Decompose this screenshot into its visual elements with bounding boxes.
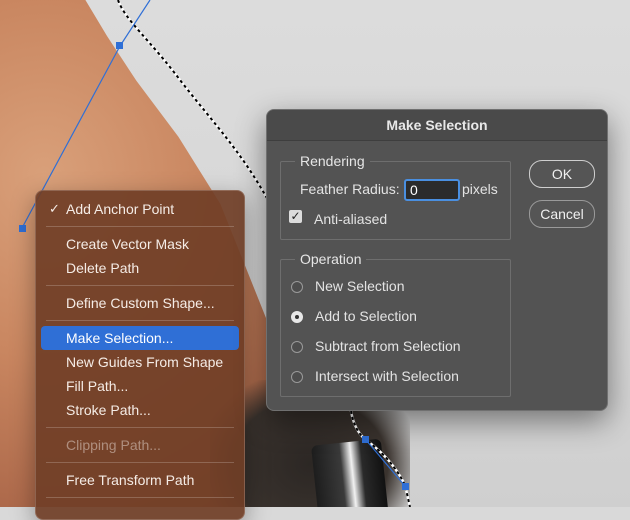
menu-item-label: New Guides From Shape <box>66 354 224 370</box>
new-selection-label[interactable]: New Selection <box>315 278 405 294</box>
radio-new-selection[interactable] <box>291 281 303 293</box>
menu-item-label: Define Custom Shape... <box>66 295 215 311</box>
menu-item-define-custom-shape[interactable]: Define Custom Shape... <box>41 291 239 315</box>
menu-item-label: Delete Path <box>66 260 140 276</box>
anchor-point[interactable] <box>116 42 123 49</box>
subtract-from-selection-label[interactable]: Subtract from Selection <box>315 338 461 354</box>
menu-item-label: Stroke Path... <box>66 402 151 418</box>
radio-subtract-from-selection[interactable] <box>291 341 303 353</box>
menu-item-new-guides-from-shape[interactable]: New Guides From Shape <box>41 350 239 374</box>
menu-item-create-vector-mask[interactable]: Create Vector Mask <box>41 232 239 256</box>
menu-item-label: Create Vector Mask <box>66 236 189 252</box>
menu-item-make-selection[interactable]: Make Selection... <box>41 326 239 350</box>
feather-radius-label: Feather Radius: <box>300 181 400 197</box>
dialog-title[interactable]: Make Selection <box>267 110 607 141</box>
menu-item-stroke-path[interactable]: Stroke Path... <box>41 398 239 422</box>
menu-separator <box>46 462 234 463</box>
checkmark-icon: ✓ <box>290 209 301 223</box>
feather-radius-input[interactable] <box>404 179 460 201</box>
menu-separator <box>46 285 234 286</box>
marching-ants-top-dash <box>117 0 269 201</box>
menu-item-label: Add Anchor Point <box>66 201 175 217</box>
menu-item-label: Make Selection... <box>66 330 174 346</box>
menu-item-label: Clipping Path... <box>66 437 161 453</box>
menu-item-fill-path[interactable]: Fill Path... <box>41 374 239 398</box>
anchor-point[interactable] <box>19 225 26 232</box>
rendering-group <box>280 161 511 240</box>
menu-separator <box>46 497 234 498</box>
anchor-point[interactable] <box>362 436 369 443</box>
radio-intersect-with-selection[interactable] <box>291 371 303 383</box>
rendering-group-label: Rendering <box>295 153 370 169</box>
operation-group-label: Operation <box>295 251 367 267</box>
marching-ants-top <box>116 0 270 201</box>
path-context-menu: ✓ Add Anchor Point Create Vector Mask De… <box>35 190 245 520</box>
menu-item-clipping-path: Clipping Path... <box>41 433 239 457</box>
cancel-button[interactable]: Cancel <box>529 200 595 228</box>
menu-item-label: Free Transform Path <box>66 472 195 488</box>
menu-separator <box>46 320 234 321</box>
menu-separator <box>46 427 234 428</box>
anti-aliased-label[interactable]: Anti-aliased <box>314 211 387 227</box>
checkmark-icon: ✓ <box>49 201 60 216</box>
menu-item-add-anchor-point[interactable]: ✓ Add Anchor Point <box>41 197 239 221</box>
make-selection-dialog: Make Selection Rendering Feather Radius:… <box>266 109 608 411</box>
anti-aliased-checkbox[interactable]: ✓ <box>289 210 302 223</box>
radio-add-to-selection[interactable] <box>291 311 303 323</box>
ok-button[interactable]: OK <box>529 160 595 188</box>
menu-item-free-transform-path[interactable]: Free Transform Path <box>41 468 239 492</box>
feather-unit-label: pixels <box>462 181 498 197</box>
path-segment <box>365 439 406 487</box>
intersect-with-selection-label[interactable]: Intersect with Selection <box>315 368 459 384</box>
anchor-point[interactable] <box>402 483 409 490</box>
menu-separator <box>46 226 234 227</box>
menu-item-delete-path[interactable]: Delete Path <box>41 256 239 280</box>
menu-item-label: Fill Path... <box>66 378 129 394</box>
add-to-selection-label[interactable]: Add to Selection <box>315 308 417 324</box>
